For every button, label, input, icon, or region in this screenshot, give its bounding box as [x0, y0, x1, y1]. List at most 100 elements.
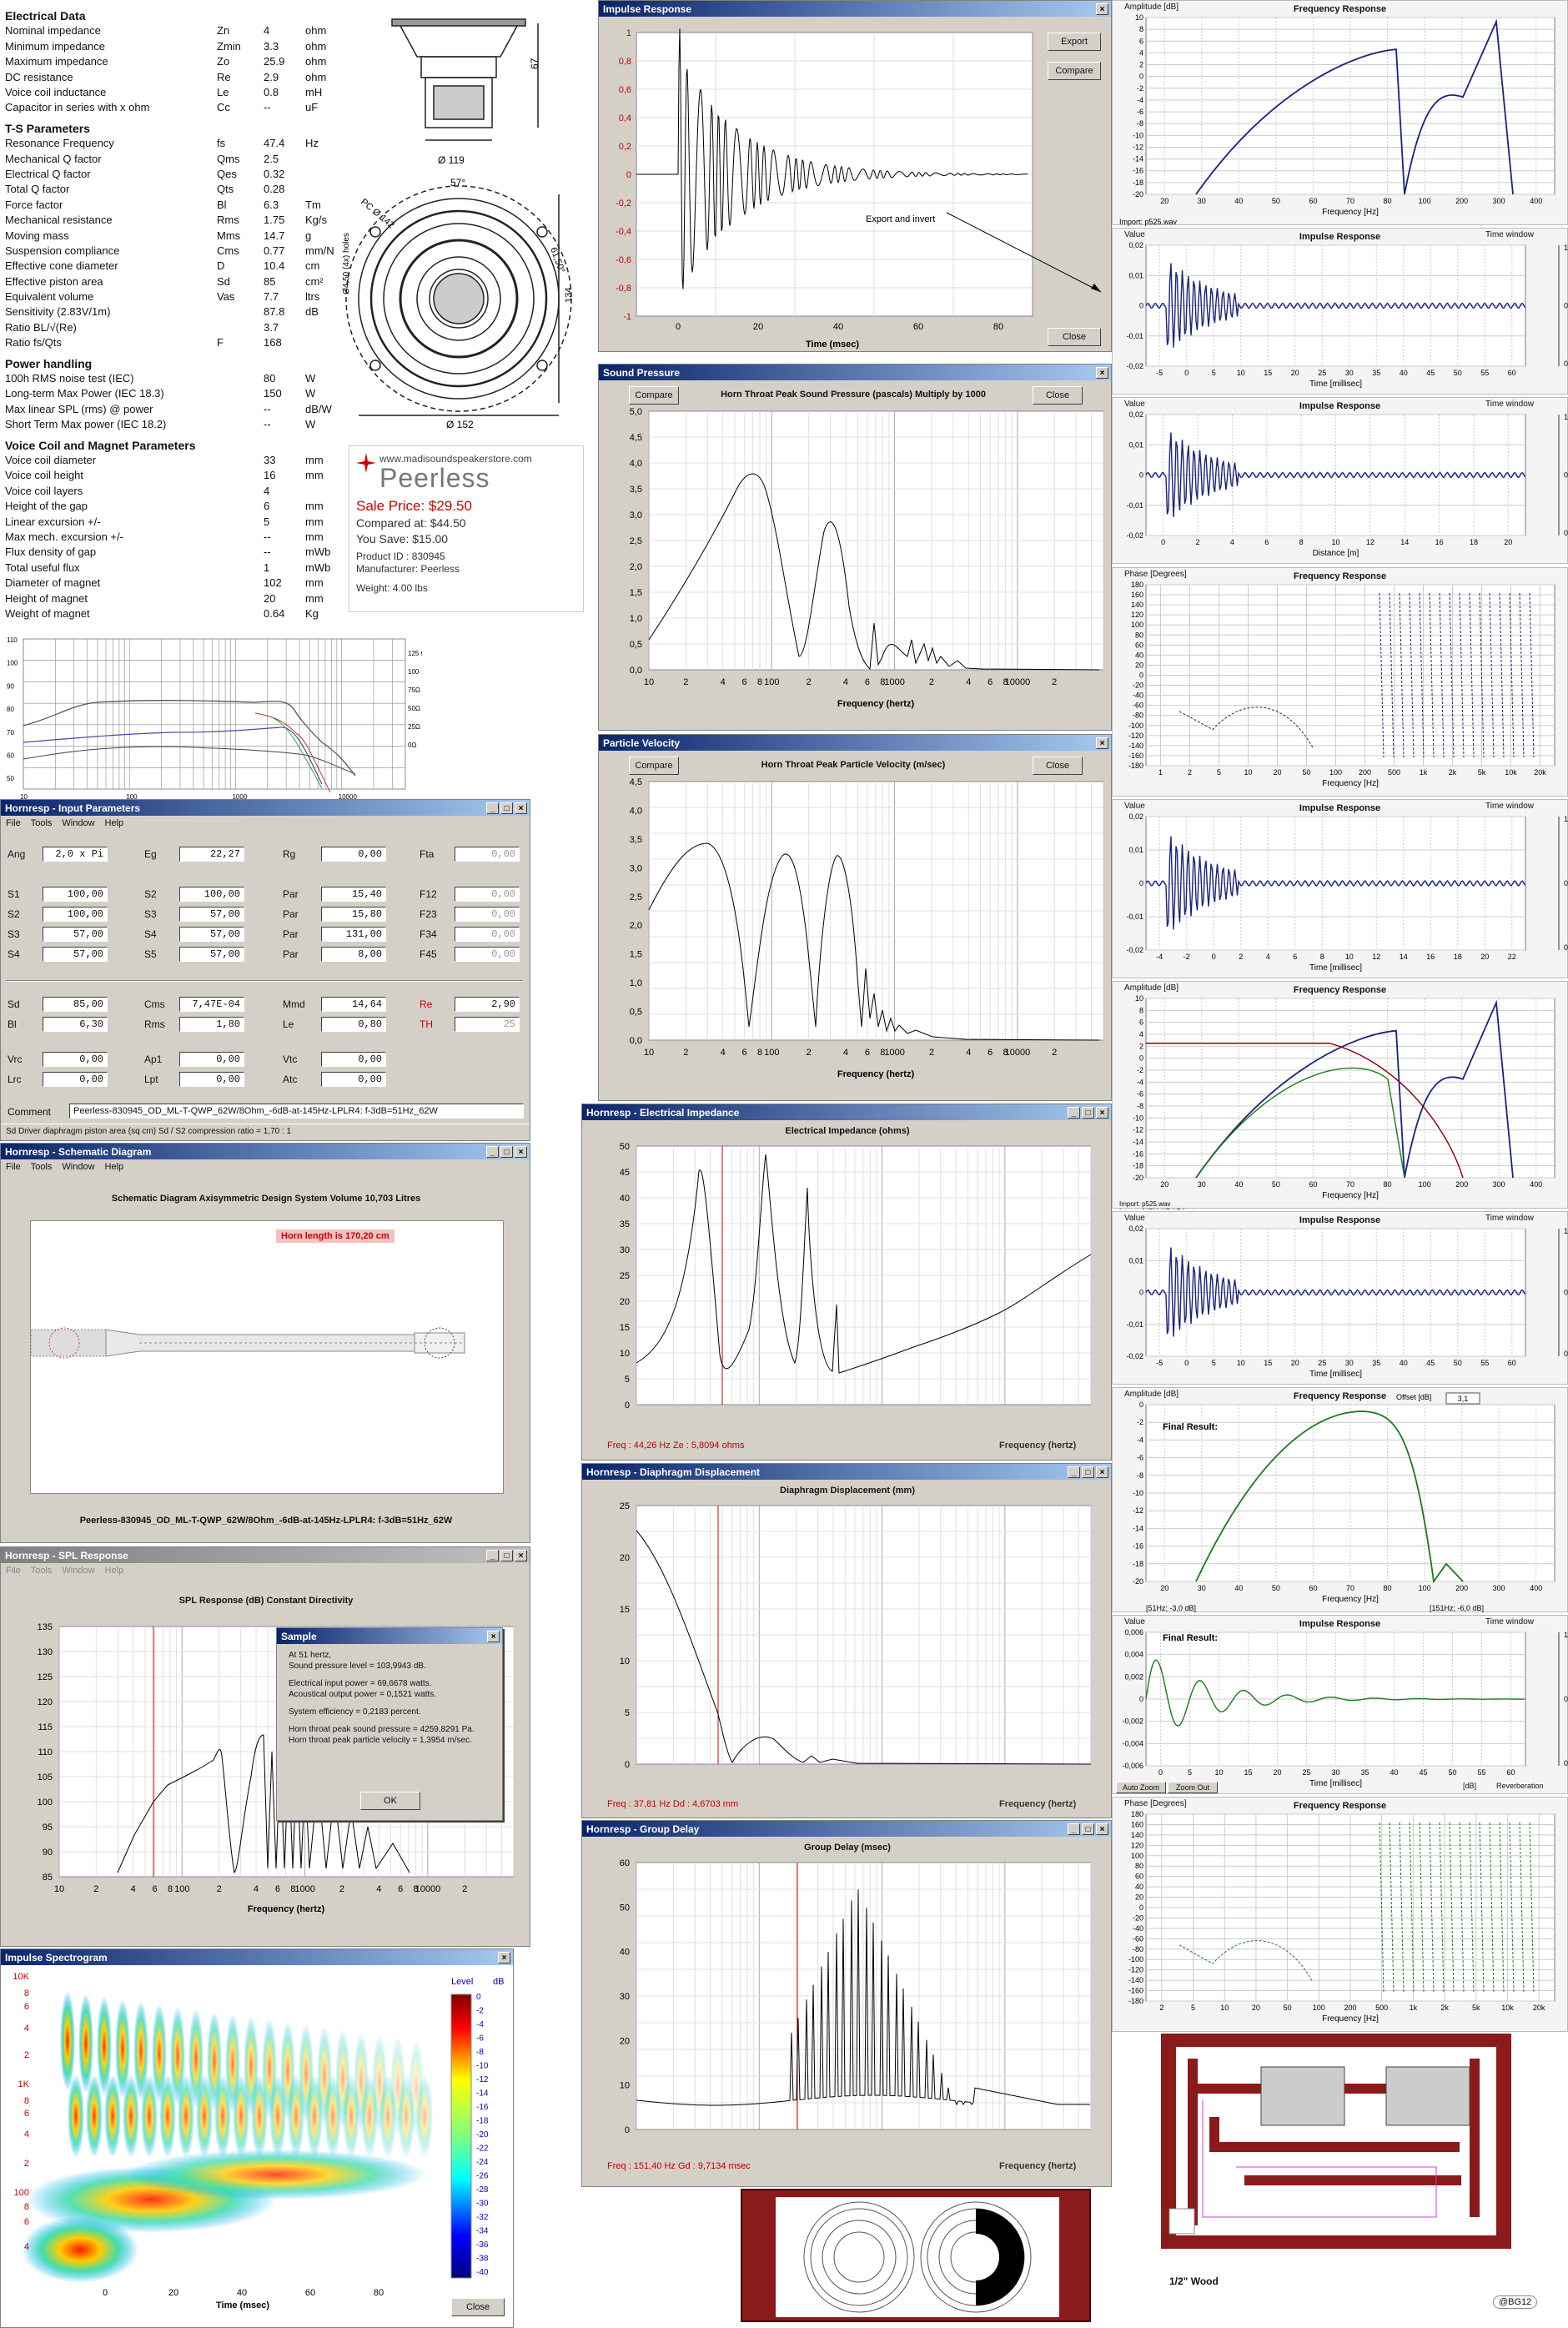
title-bar[interactable]: Hornresp - Input Parameters _ □ ×	[1, 800, 530, 816]
param-field[interactable]: 57,00	[179, 927, 244, 942]
analysis-panel-p8[interactable]: Amplitude [dB] Frequency Response 0 -2 -4 -6-…	[1112, 1387, 1568, 1612]
close-button[interactable]: Close	[1033, 757, 1083, 775]
title-bar[interactable]: Impulse Response ×	[599, 1, 1111, 17]
analysis-panel-p6[interactable]: Amplitude [dB] Frequency Response 10 8 6 4 2 0-…	[1112, 981, 1568, 1209]
menu-item[interactable]: Tools	[31, 1162, 53, 1172]
maximize-icon[interactable]: □	[500, 1549, 513, 1561]
close-button[interactable]: Close	[1033, 386, 1083, 405]
param-field[interactable]: 0,00	[455, 927, 520, 942]
minimize-icon[interactable]: _	[486, 802, 499, 814]
title-bar[interactable]: Hornresp - Electrical Impedance _ □ ×	[582, 1104, 1111, 1120]
input-parameters-window[interactable]: Hornresp - Input Parameters _ □ × File Tools…	[0, 799, 530, 1141]
close-button[interactable]: Close	[451, 2298, 505, 2316]
analysis-panel-p9[interactable]: Value Impulse Response Time window 0,006 0,0…	[1112, 1615, 1568, 1794]
menu-item[interactable]: File	[6, 1566, 21, 1576]
close-icon[interactable]: ×	[1096, 1466, 1108, 1478]
param-field[interactable]: 1,80	[179, 1017, 244, 1032]
schematic-window[interactable]: Hornresp - Schematic Diagram _ □ × File Tool…	[0, 1143, 530, 1543]
menu-item[interactable]: Help	[105, 1566, 124, 1576]
param-field[interactable]: 14,64	[321, 997, 386, 1012]
param-field[interactable]: 22,27	[179, 847, 244, 862]
param-field[interactable]: 8,00	[321, 947, 386, 962]
analysis-panel-p2[interactable]: Value Impulse Response Time window 0,02 0,01…	[1112, 228, 1568, 395]
analysis-panel-p5[interactable]: Value Impulse Response Time window 0,02 0,01…	[1112, 799, 1568, 978]
param-field[interactable]: 100,00	[179, 887, 244, 902]
maximize-icon[interactable]: □	[1082, 1466, 1094, 1478]
compare-button[interactable]: Compare	[1048, 62, 1101, 80]
close-icon[interactable]: ×	[498, 1951, 510, 1963]
minimize-icon[interactable]: _	[486, 1549, 499, 1561]
menu-item[interactable]: Help	[105, 818, 124, 828]
close-icon[interactable]: ×	[1096, 3, 1108, 15]
close-icon[interactable]: ×	[1096, 1106, 1108, 1119]
export-button[interactable]: Export	[1048, 33, 1101, 51]
spectrogram-window[interactable]: Impulse Spectrogram × 10K 8 6 4 2 1K 8 6 4 2 100 8 6 4…	[0, 1948, 514, 2328]
zoom-out-button[interactable]: Zoom Out	[1168, 1782, 1218, 1793]
maximize-icon[interactable]: □	[1082, 1823, 1094, 1835]
diaphragm-displacement-window[interactable]: Hornresp - Diaphragm Displacement _ □ × Dia…	[581, 1463, 1112, 1818]
close-icon[interactable]: ×	[487, 1630, 500, 1642]
maximize-icon[interactable]: □	[1082, 1106, 1094, 1119]
close-icon[interactable]: ×	[1096, 366, 1108, 379]
menu-item[interactable]: File	[6, 818, 21, 828]
promo-card[interactable]: www.madisoundspeakerstore.com Peerless S…	[349, 445, 584, 612]
menu-item[interactable]: Help	[105, 1162, 124, 1172]
close-icon[interactable]: ×	[515, 1145, 527, 1158]
param-field[interactable]: 2,0 x Pi	[43, 847, 108, 862]
title-bar[interactable]: Sound Pressure ×	[599, 365, 1111, 380]
param-field[interactable]: 131,00	[321, 927, 386, 942]
menu-item[interactable]: Window	[62, 818, 94, 828]
param-field[interactable]: 25	[455, 1017, 520, 1032]
menu-item[interactable]: Tools	[31, 818, 53, 828]
sample-dialog[interactable]: Sample × At 51 hertz, Sound pressure level…	[276, 1627, 503, 1821]
close-icon[interactable]: ×	[1096, 737, 1108, 749]
analysis-panel-p4[interactable]: Phase [Degrees] Frequency Response 180 160 1…	[1112, 567, 1568, 797]
param-field[interactable]: 0,00	[43, 1052, 108, 1067]
analysis-panel-p3[interactable]: Value Impulse Response Time window 0,02 0,01…	[1112, 397, 1568, 564]
param-field[interactable]: 57,00	[179, 907, 244, 922]
param-field[interactable]: 0,00	[321, 1052, 386, 1067]
title-bar[interactable]: Impulse Spectrogram ×	[1, 1949, 513, 1965]
particle-velocity-window[interactable]: Particle Velocity × Compare Close Horn Th…	[598, 734, 1112, 1101]
title-bar[interactable]: Sample ×	[277, 1628, 502, 1644]
param-field[interactable]: 0,00	[179, 1052, 244, 1067]
group-delay-window[interactable]: Hornresp - Group Delay _ □ × Group Delay (m…	[581, 1820, 1112, 2187]
comment-field[interactable]: Peerless-830945_OD_ML-T-QWP_62W/8Ohm_-6d…	[69, 1104, 524, 1119]
title-bar[interactable]: Hornresp - Diaphragm Displacement _ □ ×	[582, 1464, 1111, 1480]
compare-button[interactable]: Compare	[629, 757, 679, 775]
title-bar[interactable]: Particle Velocity ×	[599, 735, 1111, 751]
param-field[interactable]: 2,90	[455, 997, 520, 1012]
menu-item[interactable]: Window	[62, 1566, 94, 1576]
auto-zoom-button[interactable]: Auto Zoom	[1116, 1782, 1166, 1793]
title-bar[interactable]: Hornresp - Schematic Diagram _ □ ×	[1, 1144, 530, 1159]
menu-bar[interactable]: File Tools Window Help	[1, 1159, 530, 1174]
param-field[interactable]: 85,00	[43, 997, 108, 1012]
analysis-panel-p1[interactable]: Amplitude [dB] Frequency Response 10 8 6 4 2 0-…	[1112, 0, 1568, 226]
menu-bar[interactable]: File Tools Window Help	[1, 1563, 530, 1578]
close-icon[interactable]: ×	[1096, 1823, 1108, 1835]
compare-button[interactable]: Compare	[629, 386, 679, 405]
analysis-panel-p7[interactable]: Value Impulse Response Time window 0,02 0,01…	[1112, 1211, 1568, 1385]
sound-pressure-window[interactable]: Sound Pressure × Compare Close Horn Throa…	[598, 364, 1112, 731]
close-button[interactable]: Close	[1048, 328, 1101, 346]
spl-response-window[interactable]: Hornresp - SPL Response _ □ × File Tools Wind…	[0, 1546, 530, 1947]
menu-bar[interactable]: File Tools Window Help	[1, 816, 530, 831]
minimize-icon[interactable]: _	[486, 1145, 499, 1158]
analysis-panel-p10[interactable]: Phase [Degrees] Frequency Response 180 160 1…	[1112, 1797, 1568, 2032]
menu-item[interactable]: Window	[62, 1162, 94, 1172]
param-field[interactable]: 0,00	[321, 1072, 386, 1087]
param-field[interactable]: 0,00	[455, 847, 520, 862]
param-field[interactable]: 100,00	[43, 907, 108, 922]
minimize-icon[interactable]: _	[1068, 1823, 1080, 1835]
menu-item[interactable]: File	[6, 1162, 21, 1172]
ok-button[interactable]: OK	[360, 1792, 420, 1810]
param-field[interactable]: 0,00	[455, 947, 520, 962]
title-bar[interactable]: Hornresp - Group Delay _ □ ×	[582, 1821, 1111, 1837]
title-bar[interactable]: Hornresp - SPL Response _ □ ×	[1, 1547, 530, 1563]
minimize-icon[interactable]: _	[1068, 1466, 1080, 1478]
minimize-icon[interactable]: _	[1068, 1106, 1080, 1119]
param-field[interactable]: 0,80	[321, 1017, 386, 1032]
param-field[interactable]: 15,40	[321, 887, 386, 902]
param-field[interactable]: 0,00	[455, 907, 520, 922]
menu-item[interactable]: Tools	[31, 1566, 53, 1576]
